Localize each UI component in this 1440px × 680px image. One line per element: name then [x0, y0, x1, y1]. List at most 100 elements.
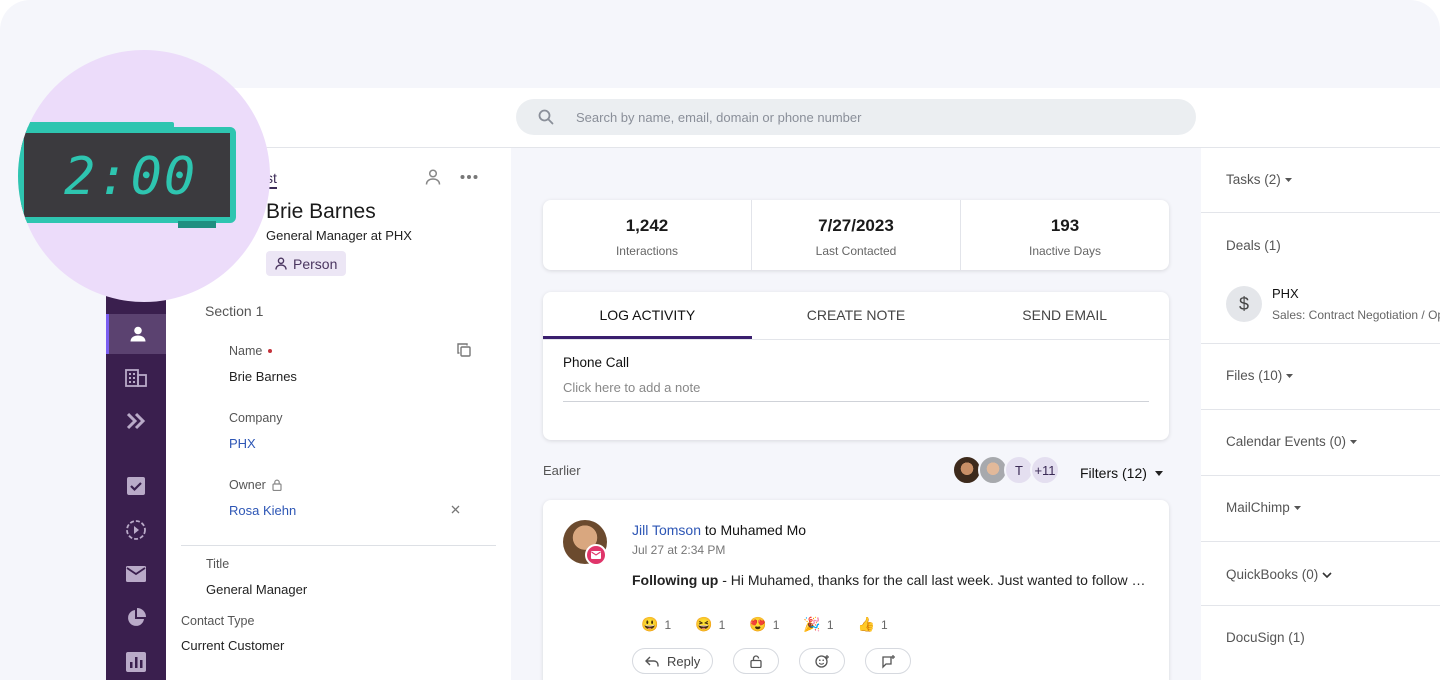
contact-type-label: Person — [293, 255, 338, 272]
quickbooks-section: QuickBooks (0) — [1201, 542, 1440, 606]
lock-button[interactable] — [733, 648, 780, 674]
sidebar-item-people[interactable] — [106, 314, 166, 354]
reaction-count: 1 — [826, 617, 834, 632]
contact-type-chip[interactable]: Person — [266, 251, 347, 276]
feed-item-header: Jill Tomson to Muhamed Mo — [632, 522, 806, 538]
tab-send-email[interactable]: SEND EMAIL — [960, 292, 1169, 339]
caret-down-icon — [1350, 439, 1358, 444]
name-field-label: Name — [229, 344, 273, 358]
stat-last-contacted: 7/27/2023 Last Contacted — [752, 200, 961, 270]
grinning-emoji-icon: 😃 — [641, 616, 659, 632]
sidebar-item-reports[interactable] — [106, 598, 166, 638]
sidebar-item-tasks[interactable] — [106, 466, 166, 506]
stat-value: 7/27/2023 — [818, 216, 894, 235]
contact-type-field-label: Contact Type — [181, 614, 255, 628]
activity-note-input[interactable]: Click here to add a note — [563, 380, 1149, 402]
sidebar-item-dashboards[interactable] — [106, 642, 166, 680]
reaction[interactable]: 😃 1 — [641, 616, 671, 633]
files-section: Files (10) — [1201, 344, 1440, 410]
party-popper-emoji-icon: 🎉 — [803, 616, 821, 632]
person-outline-icon[interactable] — [424, 168, 442, 186]
participant-avatars[interactable]: T +11 — [952, 455, 1060, 485]
activity-type-select[interactable]: Phone Call — [563, 355, 629, 370]
tasks-header[interactable]: Tasks (2) — [1226, 172, 1292, 187]
search-icon — [516, 109, 576, 125]
required-indicator — [268, 349, 273, 353]
reply-button[interactable]: Reply — [632, 648, 714, 674]
stat-label: Interactions — [615, 244, 679, 258]
title-label: Title — [206, 557, 230, 571]
docusign-section: DocuSign (1) — [1201, 606, 1440, 680]
sidebar-item-activity[interactable] — [106, 510, 166, 550]
caret-down-icon — [1284, 177, 1292, 182]
add-reaction-button[interactable] — [799, 648, 846, 674]
heart-eyes-emoji-icon: 😍 — [749, 616, 767, 632]
quickbooks-header[interactable]: QuickBooks (0) — [1226, 567, 1332, 582]
top-bar: Search by name, email, domain or phone n… — [106, 88, 1440, 148]
copy-icon[interactable] — [457, 343, 471, 357]
message-preview: - Hi Muhamed, thanks for the call last w… — [722, 572, 1152, 588]
divider — [181, 545, 496, 546]
person-icon — [275, 257, 287, 270]
contact-subtitle: General Manager at PHX — [266, 228, 412, 243]
sidebar-item-companies[interactable] — [106, 357, 166, 397]
name-label: Name — [229, 344, 263, 358]
deals-header[interactable]: Deals (1) — [1226, 238, 1281, 253]
reaction-count: 1 — [880, 617, 888, 632]
name-field[interactable]: Brie Barnes — [229, 369, 297, 384]
stats-card: 1,242 Interactions 7/27/2023 Last Contac… — [543, 200, 1169, 270]
files-header[interactable]: Files (10) — [1226, 368, 1294, 383]
chevron-down-icon — [1322, 571, 1332, 578]
dollar-icon: $ — [1226, 286, 1262, 322]
owner-field-label: Owner — [229, 478, 282, 492]
reaction[interactable]: 😍 1 — [749, 616, 779, 633]
title-field[interactable]: General Manager — [206, 582, 307, 597]
search-input[interactable]: Search by name, email, domain or phone n… — [576, 110, 861, 125]
docusign-header[interactable]: DocuSign (1) — [1226, 630, 1305, 645]
owner-link[interactable]: Rosa Kiehn — [229, 503, 296, 518]
timer-display: 2:00 — [64, 147, 198, 207]
contact-header-actions — [424, 168, 478, 186]
sidebar-item-email[interactable] — [106, 554, 166, 594]
sidebar-item-pipelines[interactable] — [106, 401, 166, 441]
reaction[interactable]: 🎉 1 — [803, 616, 833, 633]
tab-create-note[interactable]: CREATE NOTE — [752, 292, 961, 339]
tasks-section: Tasks (2) — [1201, 148, 1440, 213]
email-badge-icon — [585, 544, 607, 566]
stat-value: 193 — [1050, 216, 1080, 235]
caret-down-icon — [1154, 470, 1163, 476]
filters-label: Filters (12) — [1080, 465, 1147, 481]
sender-link[interactable]: Jill Tomson — [632, 522, 701, 538]
digital-clock-icon: 2:00 — [18, 127, 236, 223]
app-frame: Search by name, email, domain or phone n… — [0, 0, 1440, 680]
reaction[interactable]: 😆 1 — [695, 616, 725, 633]
calendar-header[interactable]: Calendar Events (0) — [1226, 434, 1358, 449]
deal-name-link[interactable]: PHX — [1272, 286, 1299, 301]
company-link[interactable]: PHX — [229, 436, 256, 451]
filters-dropdown[interactable]: Filters (12) — [1080, 465, 1163, 481]
play-circle-icon — [126, 520, 146, 540]
reactions-row: 😃 1 😆 1 😍 1 🎉 1 👍 1 — [641, 616, 888, 633]
mailchimp-label: MailChimp — [1226, 500, 1290, 515]
feed-item-actions: Reply — [632, 648, 912, 674]
person-icon — [130, 326, 145, 342]
stat-value: 1,242 — [625, 216, 669, 235]
feed-item-message[interactable]: Following up - Hi Muhamed, thanks for th… — [632, 572, 1152, 588]
quickbooks-label: QuickBooks (0) — [1226, 567, 1319, 582]
calendar-section: Calendar Events (0) — [1201, 410, 1440, 476]
envelope-icon — [126, 566, 146, 582]
more-options-icon[interactable] — [460, 174, 478, 180]
feed-item-time: Jul 27 at 2:34 PM — [632, 543, 726, 557]
search-bar[interactable]: Search by name, email, domain or phone n… — [516, 99, 1196, 135]
contact-type-field[interactable]: Current Customer — [181, 638, 284, 653]
reaction[interactable]: 👍 1 — [858, 616, 888, 633]
bar-chart-icon — [126, 652, 146, 672]
close-icon[interactable] — [451, 505, 460, 514]
add-comment-button[interactable] — [865, 648, 912, 674]
right-panel: Tasks (2) Deals (1) $ PHX Sales: Contrac… — [1201, 148, 1440, 680]
recipient-text: to Muhamed Mo — [701, 522, 807, 538]
section-title[interactable]: Section 1 — [205, 303, 263, 319]
stat-inactive-days: 193 Inactive Days — [961, 200, 1169, 270]
tab-log-activity[interactable]: LOG ACTIVITY — [543, 292, 752, 339]
mailchimp-header[interactable]: MailChimp — [1226, 500, 1301, 515]
